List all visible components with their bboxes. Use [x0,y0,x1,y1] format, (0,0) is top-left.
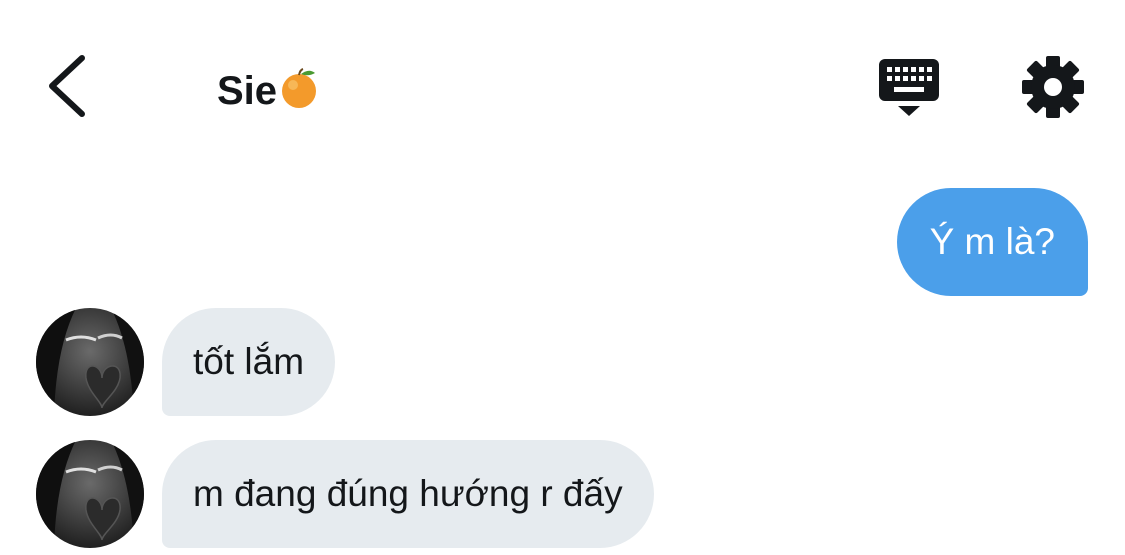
chevron-left-icon [49,55,85,117]
avatar-photo [36,308,144,416]
keyboard-toggle-button[interactable] [876,56,942,120]
gear-icon [1022,56,1084,118]
avatar[interactable] [36,440,144,548]
conversation-title[interactable]: Sie [217,66,319,115]
avatar-photo [36,440,144,548]
tangerine-icon [282,68,317,108]
message-text: m đang đúng hướng r đấy [193,473,623,514]
received-message-bubble[interactable]: m đang đúng hướng r đấy [162,440,654,548]
conversation-header: Sie [0,0,1125,160]
avatar[interactable] [36,308,144,416]
settings-button[interactable] [1020,54,1086,120]
message-text: tốt lắm [193,341,305,382]
received-message-bubble[interactable]: tốt lắm [162,308,336,416]
contact-name: Sie [217,69,278,113]
back-button[interactable] [40,52,100,120]
keyboard-hide-icon [879,59,939,116]
message-text: Ý m là? [929,221,1055,262]
sent-message-bubble[interactable]: Ý m là? [896,188,1088,296]
